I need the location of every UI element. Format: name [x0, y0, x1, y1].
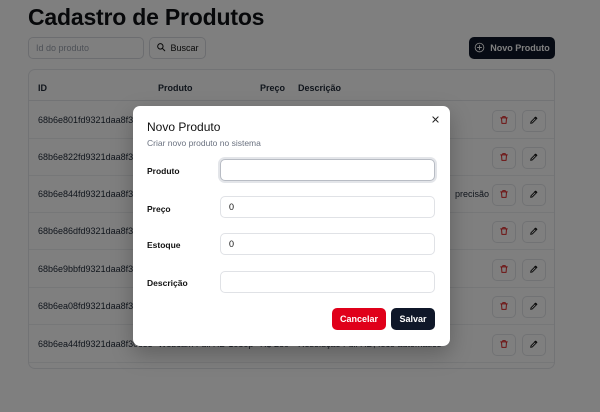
- produto-label: Produto: [147, 166, 180, 176]
- descricao-label: Descrição: [147, 278, 188, 288]
- close-icon[interactable]: [428, 114, 442, 128]
- preco-field[interactable]: [220, 196, 435, 218]
- save-button[interactable]: Salvar: [391, 308, 435, 330]
- dialog-subtitle: Criar novo produto no sistema: [147, 138, 261, 148]
- products-page: Cadastro de Produtos Buscar Novo Produto…: [0, 0, 600, 412]
- produto-field[interactable]: [220, 159, 435, 181]
- estoque-field[interactable]: [220, 233, 435, 255]
- estoque-label: Estoque: [147, 240, 181, 250]
- preco-label: Preço: [147, 204, 171, 214]
- new-product-dialog: Novo Produto Criar novo produto no siste…: [133, 106, 450, 346]
- descricao-field[interactable]: [220, 271, 435, 293]
- dialog-title: Novo Produto: [147, 120, 221, 134]
- cancel-button[interactable]: Cancelar: [332, 308, 386, 330]
